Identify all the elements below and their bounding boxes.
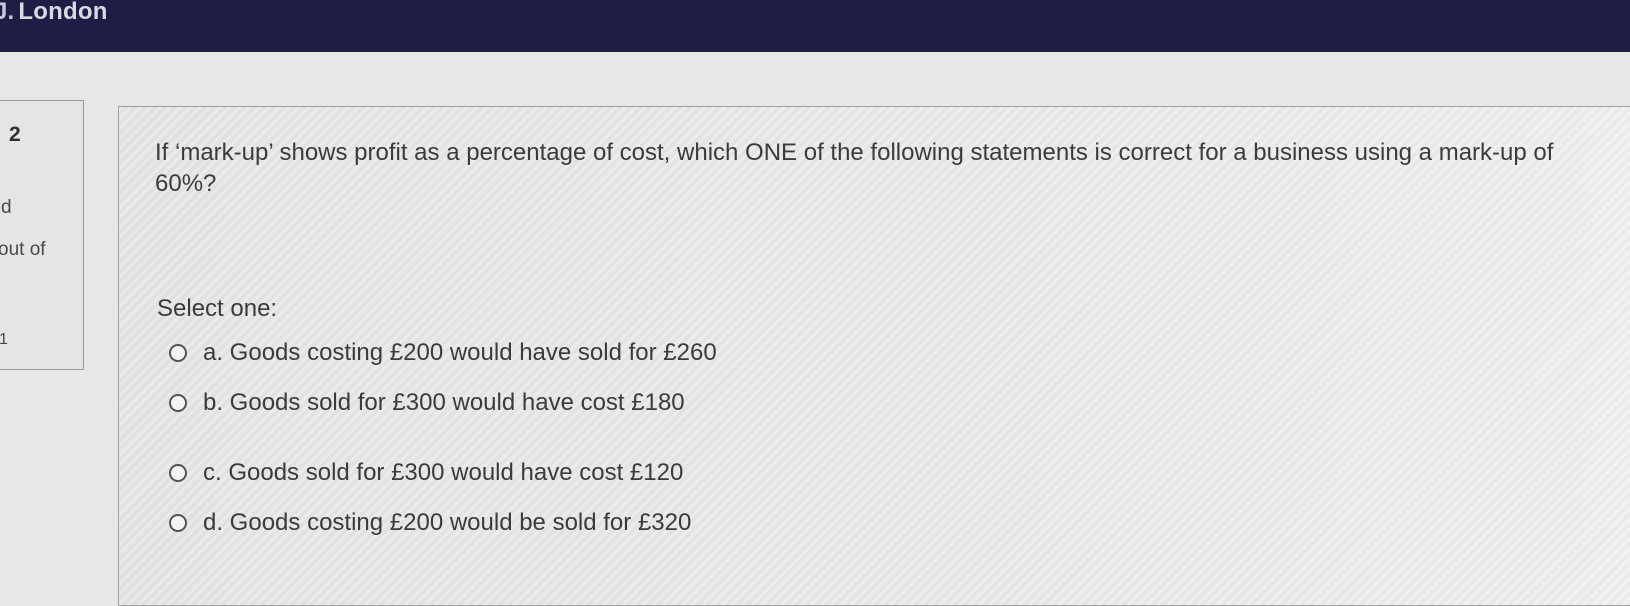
question-number: 2 bbox=[9, 123, 21, 146]
answer-option-label: a. Goods costing £200 would have sold fo… bbox=[203, 339, 717, 366]
top-bar: J. London bbox=[0, 0, 1630, 52]
radio-button-a[interactable] bbox=[169, 344, 187, 362]
answer-option-label: d. Goods costing £200 would be sold for … bbox=[203, 509, 692, 536]
flag-question[interactable]: 1 bbox=[0, 331, 8, 349]
question-info-panel: 2 d out of 1 bbox=[0, 100, 84, 370]
answer-option-c[interactable]: c. Goods sold for £300 would have cost £… bbox=[169, 457, 683, 489]
question-status: d bbox=[1, 197, 12, 218]
answer-option-label: b. Goods sold for £300 would have cost £… bbox=[203, 389, 685, 416]
select-one-prompt: Select one: bbox=[157, 295, 278, 322]
radio-button-b[interactable] bbox=[169, 394, 187, 412]
answer-option-b[interactable]: b. Goods sold for £300 would have cost £… bbox=[169, 387, 685, 419]
site-brand[interactable]: J. London bbox=[0, 0, 108, 26]
question-panel: If ‘mark-up’ shows profit as a percentag… bbox=[118, 106, 1630, 606]
brand-mark: J. bbox=[0, 0, 15, 25]
answer-option-label: c. Goods sold for £300 would have cost £… bbox=[203, 459, 684, 486]
question-text: If ‘mark-up’ shows profit as a percentag… bbox=[155, 139, 1554, 197]
answer-option-d[interactable]: d. Goods costing £200 would be sold for … bbox=[169, 507, 691, 539]
answer-option-a[interactable]: a. Goods costing £200 would have sold fo… bbox=[169, 337, 717, 369]
radio-button-d[interactable] bbox=[169, 514, 187, 532]
question-grade: out of bbox=[0, 239, 46, 260]
radio-button-c[interactable] bbox=[169, 464, 187, 482]
brand-text: London bbox=[18, 0, 108, 25]
